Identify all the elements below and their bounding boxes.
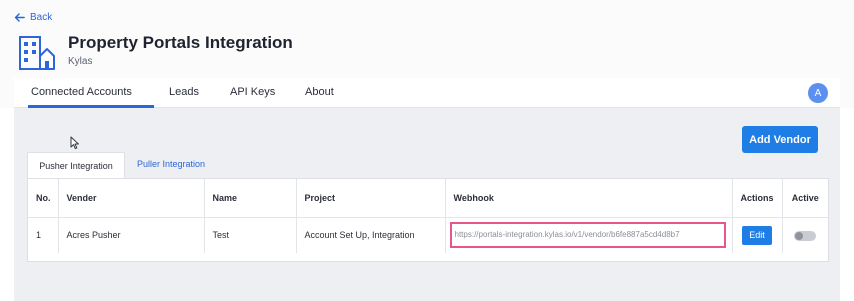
tab-leads[interactable]: Leads [169, 86, 199, 98]
tab-puller-integration[interactable]: Puller Integration [137, 159, 205, 169]
table-row: 1 Acres Pusher Test Account Set Up, Inte… [28, 217, 828, 253]
cell-no: 1 [28, 217, 59, 253]
edit-button[interactable]: Edit [742, 225, 772, 245]
page-subtitle: Kylas [68, 56, 93, 67]
building-icon [19, 36, 55, 70]
cell-vender: Acres Pusher [58, 217, 205, 253]
cell-name: Test [204, 217, 297, 253]
tab-connected-accounts[interactable]: Connected Accounts [31, 86, 132, 98]
arrow-left-icon [14, 13, 25, 22]
webhook-url[interactable]: https://portals-integration.kylas.io/v1/… [449, 222, 726, 249]
back-link[interactable]: Back [14, 12, 52, 23]
main-tabs: Connected Accounts Leads API Keys About … [14, 78, 840, 108]
table-header-row: No. Vender Name Project Webhook Actions … [28, 179, 828, 218]
cell-active [782, 217, 828, 253]
tab-about[interactable]: About [305, 86, 334, 98]
back-label: Back [30, 12, 53, 23]
column-header-project: Project [296, 179, 446, 218]
cell-project: Account Set Up, Integration [296, 217, 446, 253]
column-header-webhook: Webhook [445, 179, 733, 218]
column-header-vender: Vender [58, 179, 205, 218]
active-toggle[interactable] [794, 230, 817, 241]
tab-pusher-integration[interactable]: Pusher Integration [27, 152, 125, 178]
cell-actions: Edit [732, 217, 783, 253]
tab-api-keys[interactable]: API Keys [230, 86, 275, 98]
cell-webhook: https://portals-integration.kylas.io/v1/… [445, 217, 733, 253]
column-header-no: No. [28, 179, 59, 218]
column-header-actions: Actions [732, 179, 783, 218]
column-header-name: Name [204, 179, 297, 218]
avatar[interactable]: A [808, 83, 828, 103]
page-title: Property Portals Integration [68, 33, 293, 52]
add-vendor-button[interactable]: Add Vendor [742, 126, 818, 153]
vendors-table: No. Vender Name Project Webhook Actions … [27, 178, 829, 262]
mouse-pointer-icon [70, 136, 79, 150]
column-header-active: Active [782, 179, 828, 218]
top-header: Back Property Portals Integration Kylas … [0, 0, 854, 108]
